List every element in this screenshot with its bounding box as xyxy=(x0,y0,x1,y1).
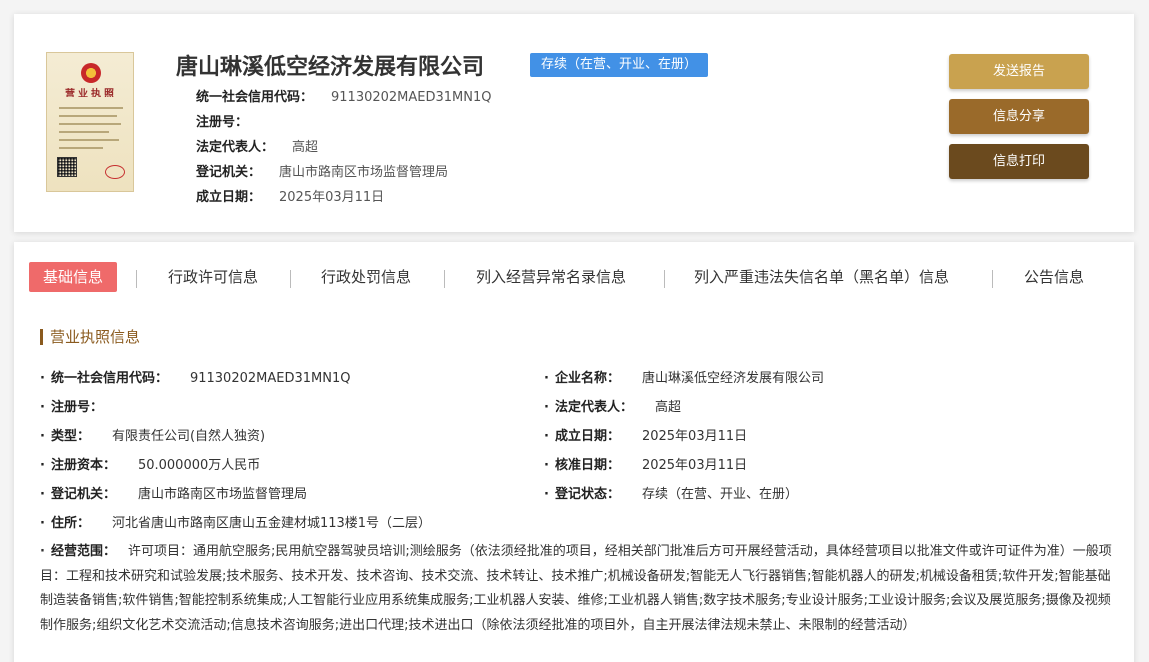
header-info-label: 注册号： xyxy=(196,115,249,130)
field-value: 河北省唐山市路南区唐山五金建材城113楼1号（二层） xyxy=(111,516,432,531)
field-credit-code: · 统一社会信用代码： 91130202MAED31MN1Q xyxy=(40,371,351,386)
field-founded: · 成立日期： 2025年03月11日 xyxy=(544,429,748,444)
header-info-credit-code: 统一社会信用代码： 91130202MAED31MN1Q xyxy=(196,86,492,105)
field-label: 类型： xyxy=(50,429,90,444)
field-type: · 类型： 有限责任公司(自然人独资) xyxy=(40,429,266,444)
header-info-label: 成立日期： xyxy=(196,190,262,205)
field-label: 统一社会信用代码： xyxy=(50,371,168,386)
tab-abnormal-list[interactable]: 列入经营异常名录信息 xyxy=(476,262,626,292)
detail-card: 基础信息 行政许可信息 行政处罚信息 列入经营异常名录信息 列入严重违法失信名单… xyxy=(14,242,1134,662)
field-value: 存续（在营、开业、在册） xyxy=(641,487,798,502)
header-info-value: 唐山市路南区市场监督管理局 xyxy=(279,165,449,180)
field-label: 经营范围： xyxy=(50,544,116,559)
print-button[interactable]: 信息打印 xyxy=(949,144,1089,179)
license-image-title: 营业执照 xyxy=(65,89,117,97)
field-company-name: · 企业名称： 唐山琳溪低空经济发展有限公司 xyxy=(544,371,824,386)
field-value: 唐山琳溪低空经济发展有限公司 xyxy=(641,371,824,386)
tab-divider xyxy=(136,270,137,288)
license-line xyxy=(59,147,103,149)
section-title: 营业执照信息 xyxy=(40,329,140,345)
field-address: · 住所： 河北省唐山市路南区唐山五金建材城113楼1号（二层） xyxy=(40,516,432,531)
send-report-button[interactable]: 发送报告 xyxy=(949,54,1089,89)
share-button[interactable]: 信息分享 xyxy=(949,99,1089,134)
field-label: 注册号： xyxy=(50,400,103,415)
field-label: 登记状态： xyxy=(554,487,620,502)
official-seal-icon xyxy=(105,165,125,179)
field-label: 住所： xyxy=(50,516,90,531)
field-label: 企业名称： xyxy=(554,371,620,386)
field-value: 2025年03月11日 xyxy=(641,458,748,473)
field-value: 高超 xyxy=(654,400,681,415)
field-reg-status: · 登记状态： 存续（在营、开业、在册） xyxy=(544,487,798,502)
field-value: 2025年03月11日 xyxy=(641,429,748,444)
license-line xyxy=(59,115,117,117)
company-name: 唐山琳溪低空经济发展有限公司 xyxy=(176,55,485,80)
header-info-label: 统一社会信用代码： xyxy=(196,90,314,105)
field-label: 注册资本： xyxy=(50,458,116,473)
header-info-authority: 登记机关： 唐山市路南区市场监督管理局 xyxy=(196,161,448,180)
header-info-legal-rep: 法定代表人： 高超 xyxy=(196,136,318,155)
field-label: 核准日期： xyxy=(554,458,620,473)
tab-announcements[interactable]: 公告信息 xyxy=(1024,262,1084,292)
license-line xyxy=(59,107,123,109)
tab-divider xyxy=(664,270,665,288)
field-reg-no: · 注册号： xyxy=(40,400,103,415)
field-business-scope: · 经营范围： 许可项目：通用航空服务;民用航空器驾驶员培训;测绘服务（依法须经批准… xyxy=(40,544,1112,633)
header-info-label: 法定代表人： xyxy=(196,140,275,155)
national-emblem-icon xyxy=(81,63,101,83)
header-info-value: 91130202MAED31MN1Q xyxy=(331,90,492,105)
tab-bar: 基础信息 行政许可信息 行政处罚信息 列入经营异常名录信息 列入严重违法失信名单… xyxy=(14,262,1134,294)
tab-divider xyxy=(444,270,445,288)
tab-blacklist[interactable]: 列入严重违法失信名单（黑名单）信息 xyxy=(694,262,949,292)
field-capital: · 注册资本： 50.000000万人民币 xyxy=(40,458,261,473)
field-value: 许可项目：通用航空服务;民用航空器驾驶员培训;测绘服务（依法须经批准的项目，经相… xyxy=(40,544,1112,633)
field-value: 50.000000万人民币 xyxy=(137,458,261,473)
field-value: 91130202MAED31MN1Q xyxy=(189,371,351,386)
header-info-label: 登记机关： xyxy=(196,165,262,180)
field-authority: · 登记机关： 唐山市路南区市场监督管理局 xyxy=(40,487,307,502)
header-info-value: 高超 xyxy=(292,140,319,155)
field-value: 唐山市路南区市场监督管理局 xyxy=(137,487,307,502)
license-line xyxy=(59,131,109,133)
field-legal-rep: · 法定代表人： 高超 xyxy=(544,400,681,415)
field-label: 登记机关： xyxy=(50,487,116,502)
header-info-reg-no: 注册号： xyxy=(196,111,266,130)
field-label: 成立日期： xyxy=(554,429,620,444)
header-info-founded: 成立日期： 2025年03月11日 xyxy=(196,186,384,205)
tab-basic-info[interactable]: 基础信息 xyxy=(29,262,118,292)
business-license-image: 营业执照 xyxy=(46,52,134,192)
tab-admin-license[interactable]: 行政许可信息 xyxy=(168,262,258,292)
license-line xyxy=(59,123,121,125)
tab-admin-penalty[interactable]: 行政处罚信息 xyxy=(321,262,411,292)
field-label: 法定代表人： xyxy=(554,400,633,415)
field-approved: · 核准日期： 2025年03月11日 xyxy=(544,458,748,473)
status-badge: 存续（在营、开业、在册） xyxy=(530,53,708,77)
tab-divider xyxy=(290,270,291,288)
qr-code-icon xyxy=(57,157,77,177)
tab-divider xyxy=(992,270,993,288)
header-info-value: 2025年03月11日 xyxy=(279,190,385,205)
license-line xyxy=(59,139,119,141)
field-value: 有限责任公司(自然人独资) xyxy=(111,429,266,444)
